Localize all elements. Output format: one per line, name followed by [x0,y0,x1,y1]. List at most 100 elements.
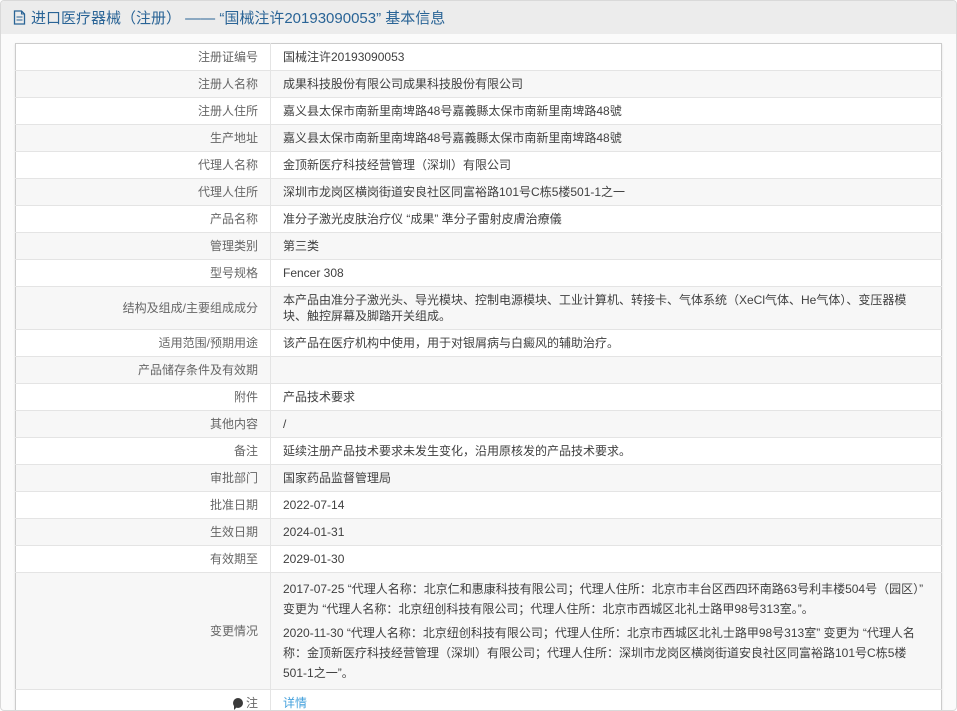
row-value-cell: 2024-01-31 [271,519,942,546]
row-label: 适用范围/预期用途 [158,336,258,350]
table-row: 代理人名称 金顶新医疗科技经营管理（深圳）有限公司 [15,151,942,179]
table-row: 注册人名称 成果科技股份有限公司成果科技股份有限公司 [15,70,942,98]
row-label-cell: 注册人住所 [15,97,271,125]
row-value: 第三类 [283,239,320,253]
change-record: 2017-07-25 “代理人名称：北京仁和惠康科技有限公司；代理人住所：北京市… [283,582,924,616]
row-value-cell: 金顶新医疗科技经营管理（深圳）有限公司 [271,152,942,179]
row-value-cell: 第三类 [271,233,942,260]
row-value: 成果科技股份有限公司成果科技股份有限公司 [283,77,524,91]
row-label: 生效日期 [209,525,258,539]
row-label-cell: 其他内容 [15,410,271,438]
table-row: 审批部门 国家药品监督管理局 [15,464,942,492]
row-value-cell: 本产品由准分子激光头、导光模块、控制电源模块、工业计算机、转接卡、气体系统（Xe… [271,287,942,330]
row-label: 审批部门 [209,471,258,485]
row-label-cell: 注册人名称 [15,70,271,98]
row-value: 嘉义县太保市南新里南埤路48号嘉義縣太保市南新里南埤路48號 [283,104,622,118]
row-value: 深圳市龙岗区横岗街道安良社区同富裕路101号C栋5楼501-1之一 [283,185,626,199]
row-value-cell: 国家药品监督管理局 [271,465,942,492]
row-label-cell: 适用范围/预期用途 [15,329,271,357]
row-label: 附件 [233,390,258,404]
row-label-cell: 代理人名称 [15,151,271,179]
row-value: 2022-07-14 [283,498,345,512]
page-title: 进口医疗器械（注册） —— “国械注许20193090053” 基本信息 [31,10,446,27]
row-label: 代理人住所 [197,185,258,199]
table-row: 产品储存条件及有效期 [15,356,942,384]
row-label: 结构及组成/主要组成成分 [122,301,258,315]
row-label-cell: 型号规格 [15,259,271,287]
row-value: 国械注许20193090053 [283,50,405,64]
record-panel: 进口医疗器械（注册） —— “国械注许20193090053” 基本信息 注册证… [0,0,957,711]
table-row: 有效期至 2029-01-30 [15,545,942,573]
table-row: 批准日期 2022-07-14 [15,491,942,519]
row-label-cell: 变更情况 [15,572,271,690]
row-label: 产品储存条件及有效期 [137,363,258,377]
row-value: 金顶新医疗科技经营管理（深圳）有限公司 [283,158,512,172]
table-row: 产品名称 准分子激光皮肤治疗仪 “成果” 準分子雷射皮膚治療儀 [15,205,942,233]
row-label: 代理人名称 [197,158,258,172]
document-icon [13,10,26,25]
row-label-cell: 审批部门 [15,464,271,492]
table-row: 生效日期 2024-01-31 [15,518,942,546]
info-table-body: 注册证编号 国械注许20193090053 注册人名称 成果科技股份有限公司成果科技股… [15,43,942,710]
table-row: 注册人住所 嘉义县太保市南新里南埤路48号嘉義縣太保市南新里南埤路48號 [15,97,942,125]
row-value-cell: 2017-07-25 “代理人名称：北京仁和惠康科技有限公司；代理人住所：北京市… [271,573,942,690]
row-label-cell: 注册证编号 [15,43,271,71]
row-value: 本产品由准分子激光头、导光模块、控制电源模块、工业计算机、转接卡、气体系统（Xe… [283,293,907,323]
info-table: 注册证编号 国械注许20193090053 注册人名称 成果科技股份有限公司成果科技股… [15,43,942,710]
row-label-cell: 结构及组成/主要组成成分 [15,286,271,330]
row-value-cell: 延续注册产品技术要求未发生变化，沿用原核发的产品技术要求。 [271,438,942,465]
row-value-cell: 产品技术要求 [271,384,942,411]
row-value-cell [271,357,942,384]
row-value: 嘉义县太保市南新里南埤路48号嘉義縣太保市南新里南埤路48號 [283,131,622,145]
row-value-cell: Fencer 308 [271,260,942,287]
row-value-cell: 国械注许20193090053 [271,44,942,71]
row-value: 国家药品监督管理局 [283,471,392,485]
row-value-cell: 深圳市龙岗区横岗街道安良社区同富裕路101号C栋5楼501-1之一 [271,179,942,206]
row-label-cell: 注 [15,689,271,710]
table-row: 备注 延续注册产品技术要求未发生变化，沿用原核发的产品技术要求。 [15,437,942,465]
row-label: 注 [245,696,258,710]
row-label: 管理类别 [209,239,258,253]
row-label: 有效期至 [209,552,258,566]
row-label-cell: 生产地址 [15,124,271,152]
row-value-cell: 嘉义县太保市南新里南埤路48号嘉義縣太保市南新里南埤路48號 [271,98,942,125]
row-value: 准分子激光皮肤治疗仪 “成果” 準分子雷射皮膚治療儀 [283,212,562,226]
row-value-cell: 嘉义县太保市南新里南埤路48号嘉義縣太保市南新里南埤路48號 [271,125,942,152]
row-label: 备注 [233,444,258,458]
table-row: 管理类别 第三类 [15,232,942,260]
row-value-cell: 2029-01-30 [271,546,942,573]
row-label-cell: 管理类别 [15,232,271,260]
table-row: 附件 产品技术要求 [15,383,942,411]
row-label: 注册人住所 [197,104,258,118]
table-row: 注 详情 [15,689,942,710]
row-value: 产品技术要求 [283,390,356,404]
table-row: 生产地址 嘉义县太保市南新里南埤路48号嘉義縣太保市南新里南埤路48號 [15,124,942,152]
row-label: 其他内容 [209,417,258,431]
row-label-cell: 备注 [15,437,271,465]
table-row: 变更情况 2017-07-25 “代理人名称：北京仁和惠康科技有限公司；代理人住所… [15,572,942,690]
row-value: 2024-01-31 [283,525,345,539]
row-label: 批准日期 [209,498,258,512]
details-link[interactable]: 详情 [283,696,307,710]
row-label-cell: 产品储存条件及有效期 [15,356,271,384]
row-label: 生产地址 [209,131,258,145]
change-record: 2020-11-30 “代理人名称：北京纽创科技有限公司；代理人住所：北京市西城… [283,626,915,680]
row-value-cell: 准分子激光皮肤治疗仪 “成果” 準分子雷射皮膚治療儀 [271,206,942,233]
table-row: 结构及组成/主要组成成分 本产品由准分子激光头、导光模块、控制电源模块、工业计算机… [15,286,942,330]
row-label: 型号规格 [209,266,258,280]
row-value: 该产品在医疗机构中使用，用于对银屑病与白癜风的辅助治疗。 [283,336,620,350]
row-label-cell: 批准日期 [15,491,271,519]
panel-body: 注册证编号 国械注许20193090053 注册人名称 成果科技股份有限公司成果科技股… [1,34,956,710]
row-value-cell: 详情 [271,690,942,710]
row-value-cell: 成果科技股份有限公司成果科技股份有限公司 [271,71,942,98]
note-icon [232,698,243,710]
page-header: 进口医疗器械（注册） —— “国械注许20193090053” 基本信息 [1,1,956,34]
row-label: 产品名称 [209,212,258,226]
row-value: / [283,417,287,431]
row-value: 2029-01-30 [283,552,345,566]
table-row: 注册证编号 国械注许20193090053 [15,43,942,71]
row-label-cell: 代理人住所 [15,178,271,206]
row-label-cell: 生效日期 [15,518,271,546]
row-label-cell: 附件 [15,383,271,411]
row-value-cell: 该产品在医疗机构中使用，用于对银屑病与白癜风的辅助治疗。 [271,330,942,357]
